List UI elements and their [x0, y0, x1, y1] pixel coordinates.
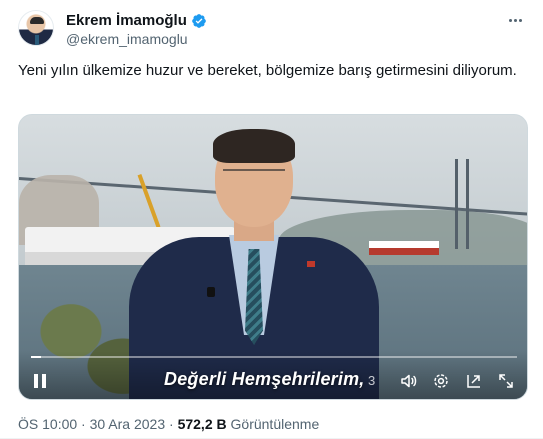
tweet-meta: ÖS 10:00 · 30 Ara 2023 · 572,2 B Görüntü… — [18, 416, 319, 432]
author-handle[interactable]: @ekrem_imamoglu — [66, 31, 188, 47]
speaker-flag-pin — [307, 261, 315, 267]
video-time: 3 — [368, 373, 376, 388]
fullscreen-icon[interactable] — [497, 371, 515, 391]
speaker-hair — [213, 129, 295, 163]
meta-separator: · — [169, 416, 174, 432]
verified-badge-icon[interactable] — [191, 13, 207, 29]
video-caption: Değerli Hemşehrilerim, — [164, 369, 365, 389]
tweet-date[interactable]: 30 Ara 2023 — [90, 416, 166, 432]
more-dot — [518, 18, 522, 22]
avatar-hair — [30, 17, 44, 24]
more-dot — [508, 18, 512, 22]
volume-icon[interactable] — [400, 371, 418, 391]
speaker-glasses — [223, 169, 285, 183]
speaker-microphone — [207, 287, 215, 297]
more-options-icon[interactable] — [504, 12, 526, 28]
video-player[interactable]: Değerli Hemşehrilerim, 3 — [18, 114, 528, 400]
name-row: Ekrem İmamoğlu — [66, 12, 207, 29]
video-progress-bar[interactable] — [31, 356, 517, 358]
more-dot — [513, 18, 517, 22]
video-progress-fill — [31, 356, 41, 358]
pip-icon[interactable] — [465, 371, 483, 391]
avatar-tie — [35, 35, 39, 45]
avatar[interactable] — [18, 10, 54, 46]
meta-separator: · — [81, 416, 86, 432]
gear-icon[interactable] — [432, 371, 450, 391]
author-display-name[interactable]: Ekrem İmamoğlu — [66, 12, 187, 29]
views-count: 572,2 B — [177, 416, 227, 432]
pause-icon[interactable] — [31, 371, 49, 391]
tweet-time[interactable]: ÖS 10:00 — [18, 416, 77, 432]
tweet-text: Yeni yılın ülkemize huzur ve bereket, bö… — [18, 62, 517, 79]
views-label: Görüntülenme — [230, 416, 320, 432]
video-ferry — [369, 241, 439, 255]
video-bridge-tower — [455, 159, 469, 249]
tweet-header: Ekrem İmamoğlu @ekrem_imamoglu — [18, 8, 528, 52]
